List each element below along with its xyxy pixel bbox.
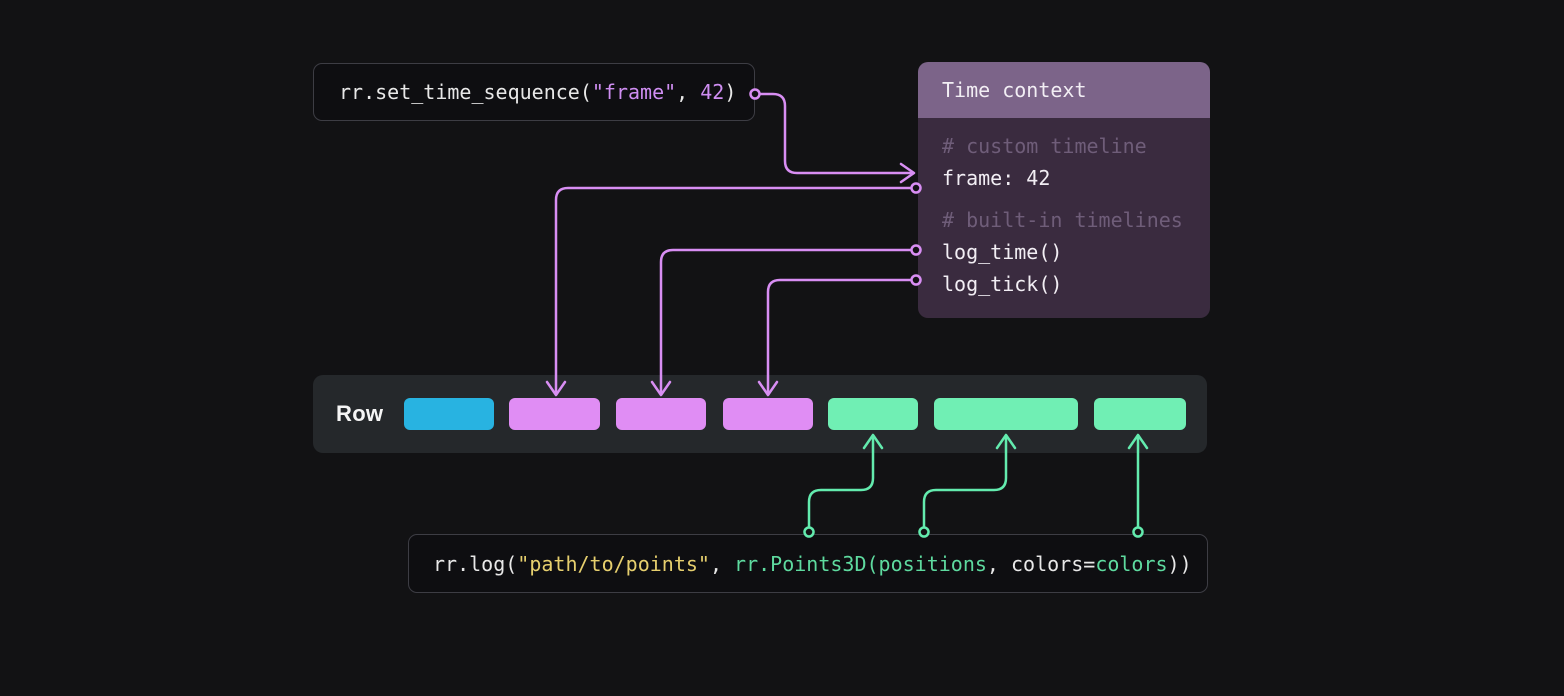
connector-settime-to-frame <box>751 90 915 183</box>
log-tick-line: log_tick() <box>942 268 1210 300</box>
code-token-string: "frame" <box>592 80 676 104</box>
code-token-kwarg-name: colors= <box>1011 552 1095 576</box>
row-cell-5 <box>828 398 918 430</box>
arrowhead-right-icon <box>901 164 914 182</box>
code-token-function: rr.set_time_sequence( <box>339 80 592 104</box>
connector-wire <box>556 188 911 392</box>
code-token-kwarg-value: colors <box>1095 552 1167 576</box>
row-cell-3 <box>616 398 706 430</box>
time-context-title: Time context <box>942 78 1087 102</box>
time-context-body: # custom timeline frame: 42 # built-in t… <box>918 118 1210 318</box>
log-time-line: log_time() <box>942 236 1210 268</box>
code-token-path-string: "path/to/points" <box>517 552 710 576</box>
timeline-row-bar: Row <box>313 375 1207 453</box>
time-context-panel: Time context # custom timeline frame: 42… <box>918 62 1210 318</box>
code-token-separator: , <box>676 80 700 104</box>
comment-builtin-timelines: # built-in timelines <box>942 204 1210 236</box>
panel-group-gap <box>942 194 1210 204</box>
code-token-close-paren: ) <box>724 80 736 104</box>
code-token-function: rr.log( <box>433 552 517 576</box>
connector-logtime-to-cell-3 <box>652 246 921 396</box>
connector-frame-to-cell-2 <box>547 184 921 396</box>
connector-wire <box>661 250 911 392</box>
connector-wire <box>760 94 911 173</box>
code-token-separator: , <box>987 552 1011 576</box>
frame-timeline-line: frame: 42 <box>942 162 1210 194</box>
code-token-constructor: rr.Points3D(positions <box>734 552 987 576</box>
code-token-separator: , <box>710 552 734 576</box>
code-token-number: 42 <box>700 80 724 104</box>
comment-custom-timeline: # custom timeline <box>942 130 1210 162</box>
diagram-canvas: rr.set_time_sequence("frame", 42) Time c… <box>0 0 1564 696</box>
row-cell-1 <box>404 398 494 430</box>
row-cell-4 <box>723 398 813 430</box>
set-time-code-box: rr.set_time_sequence("frame", 42) <box>313 63 755 121</box>
log-code-box: rr.log("path/to/points", rr.Points3D(pos… <box>408 534 1208 593</box>
row-cell-6 <box>934 398 1078 430</box>
row-cell-2 <box>509 398 600 430</box>
row-label: Row <box>336 375 383 453</box>
row-cell-7 <box>1094 398 1186 430</box>
time-context-header: Time context <box>918 62 1210 118</box>
code-token-close-parens: )) <box>1168 552 1192 576</box>
